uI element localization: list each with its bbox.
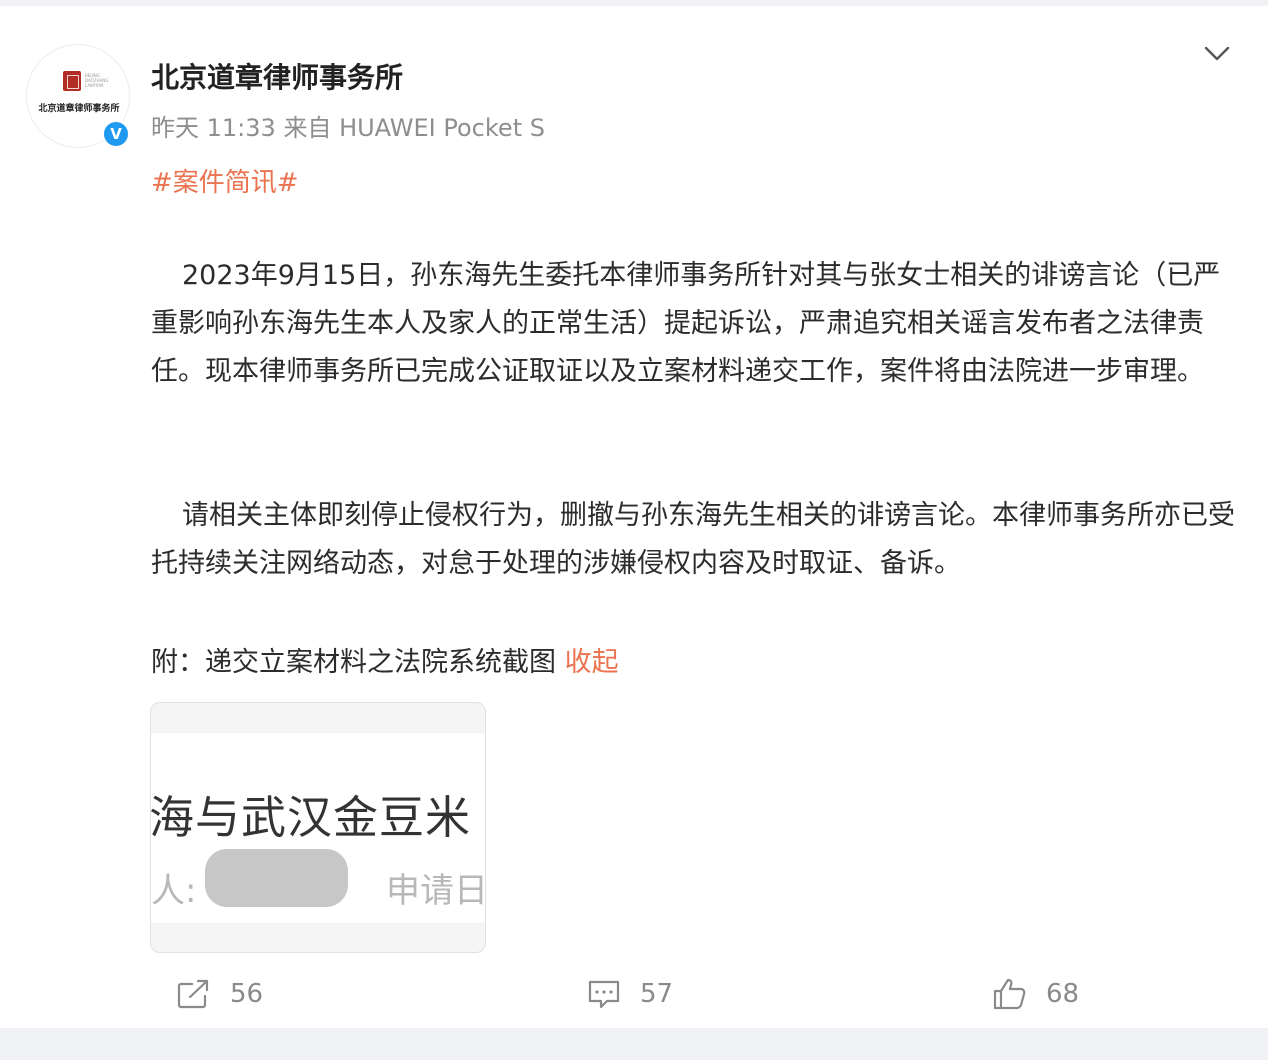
chevron-down-icon[interactable] [1203, 42, 1231, 64]
image-text-line1: 海与武汉金豆米 [150, 791, 472, 844]
repost-icon [177, 979, 209, 1009]
post-paragraph-2: 请相关主体即刻停止侵权行为，删撤与孙东海先生相关的诽谤言论。本律师事务所亦已受托… [151, 500, 1235, 579]
redacted-blur [205, 849, 348, 907]
logo-seal [63, 71, 81, 91]
attachment-line: 附：递交立案材料之法院系统截图 收起 [151, 640, 619, 679]
image-content: 海与武汉金豆米 人: 申请日 [150, 733, 486, 923]
repost-count: 56 [230, 979, 264, 1009]
like-button[interactable]: 68 [992, 972, 1079, 1016]
post-image-thumbnail[interactable]: 海与武汉金豆米 人: 申请日 [150, 702, 486, 953]
like-count: 68 [1046, 979, 1080, 1009]
avatar-english-text: BEIJING DAOZHANG LAWFIRM [85, 73, 109, 88]
image-text-line2-right: 申请日 [386, 871, 486, 911]
hashtag-link[interactable]: #案件简讯# [151, 162, 299, 199]
comment-count: 57 [640, 979, 674, 1009]
post-paragraph-1: 2023年9月15日，孙东海先生委托本律师事务所针对其与张女士相关的诽谤言论（已… [151, 260, 1221, 387]
post-source: 来自 HUAWEI Pocket S [283, 114, 545, 142]
comment-icon [588, 980, 620, 1009]
post-card: BEIJING DAOZHANG LAWFIRM 北京道章律师事务所 V 北京道… [0, 6, 1268, 1028]
author-name[interactable]: 北京道章律师事务所 [151, 56, 403, 96]
collapse-link[interactable]: 收起 [565, 647, 619, 678]
verified-icon: V [102, 120, 130, 148]
post-meta: 昨天 11:33 来自 HUAWEI Pocket S [151, 108, 545, 143]
post-time: 昨天 11:33 [151, 114, 276, 142]
avatar-name-text: 北京道章律师事务所 [38, 104, 120, 114]
image-text-line2-left: 人: [151, 871, 197, 911]
like-icon [993, 978, 1026, 1010]
repost-button[interactable]: 56 [176, 972, 263, 1016]
attachment-label: 附：递交立案材料之法院系统截图 [151, 647, 556, 678]
comment-button[interactable]: 57 [586, 972, 673, 1016]
